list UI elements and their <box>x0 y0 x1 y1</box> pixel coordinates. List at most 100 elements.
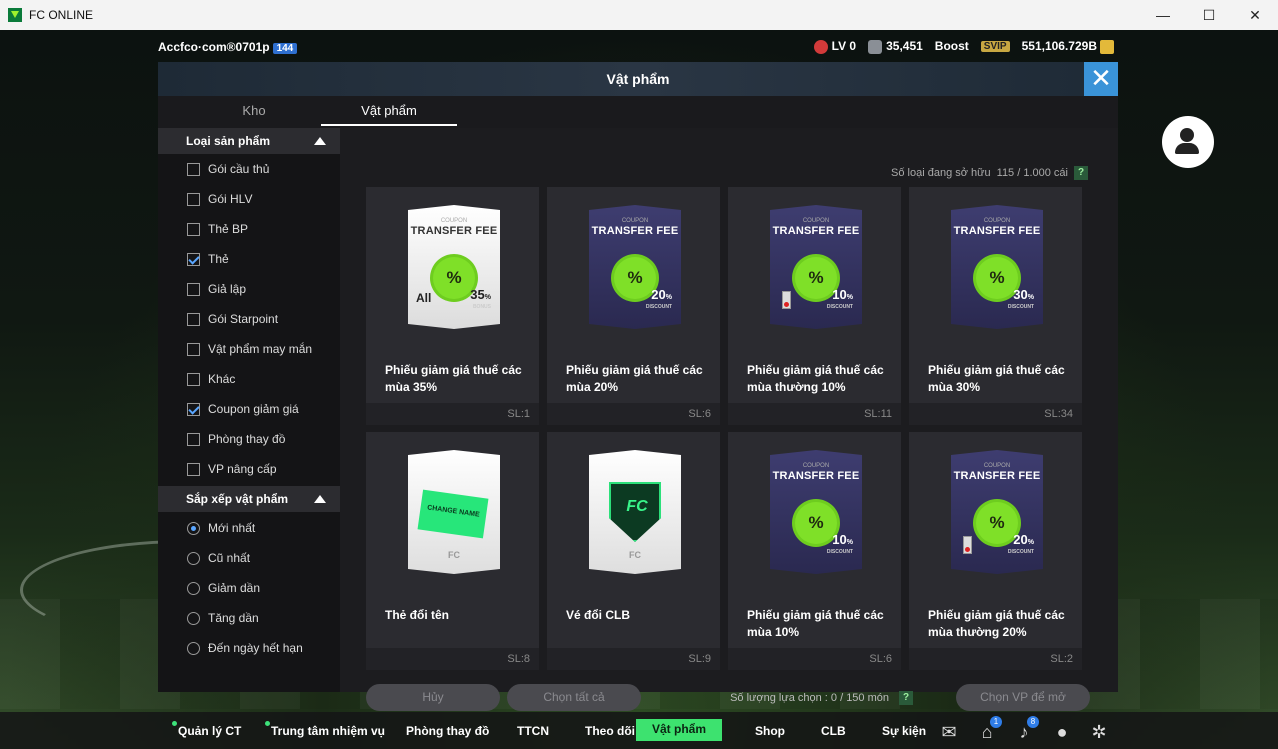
nav-item-4[interactable]: Theo dõi <box>585 721 635 743</box>
percent-sign: % <box>484 294 491 301</box>
product-type-label: Gói Starpoint <box>208 312 279 326</box>
product-type-option[interactable]: Coupon giảm giá <box>158 394 340 424</box>
product-type-label: Thẻ <box>208 252 229 266</box>
all-clubs-label: All <box>416 291 432 305</box>
product-type-option[interactable]: Gói HLV <box>158 184 340 214</box>
window-close-button[interactable]: ✕ <box>1232 0 1278 30</box>
coupon-percent-value: 30 <box>1013 287 1028 302</box>
item-artwork: COUPON TRANSFER FEE% 10% DISCOUNT <box>770 450 862 574</box>
product-type-option[interactable]: Thẻ BP <box>158 214 340 244</box>
product-type-option[interactable]: Vật phẩm may mắn <box>158 334 340 364</box>
sort-option[interactable]: Mới nhất <box>158 513 340 543</box>
minimize-button[interactable]: — <box>1140 0 1186 30</box>
item-artwork: FC <box>589 450 681 574</box>
coupon-percent-value: 20 <box>1013 532 1028 547</box>
product-type-label: Khác <box>208 372 236 386</box>
percent-seal-icon: % <box>433 257 475 299</box>
radio-button[interactable] <box>187 641 200 655</box>
product-type-option[interactable]: VP nâng cấp <box>158 454 340 484</box>
dialog-close-button[interactable]: ✕ <box>1084 62 1118 96</box>
checkbox[interactable] <box>187 432 200 446</box>
item-quantity: SL:11 <box>728 403 901 425</box>
sort-option[interactable]: Tăng dần <box>158 603 340 633</box>
tab-vat-pham[interactable]: Vật phẩm <box>321 96 457 126</box>
tab-kho[interactable]: Kho <box>186 96 322 126</box>
item-card[interactable]: COUPON TRANSFER FEE% 35% BONUS All Phiếu giảm… <box>366 187 539 425</box>
sort-option[interactable]: Cũ nhất <box>158 543 340 573</box>
profile-icon[interactable]: ● <box>1051 722 1073 742</box>
radio-button[interactable] <box>187 521 200 535</box>
fc-logo-icon: FC <box>448 550 460 560</box>
item-card[interactable]: COUPON TRANSFER FEE% 20% DISCOUNT Phiếu giảm… <box>909 432 1082 670</box>
sort-option-list: Mới nhất Cũ nhất Giảm dần Tăng dần Đến ngày … <box>158 512 340 663</box>
transfer-fee-coupon-image: COUPON TRANSFER FEE% 20% DISCOUNT <box>951 450 1043 574</box>
item-card[interactable]: COUPON TRANSFER FEE% 10% DISCOUNT Phiếu giảm… <box>728 187 901 425</box>
product-type-option[interactable]: Gói Starpoint <box>158 304 340 334</box>
checkbox[interactable] <box>187 282 200 296</box>
item-card[interactable]: COUPON TRANSFER FEE% 20% DISCOUNT Phiếu giảm… <box>547 187 720 425</box>
checkbox[interactable] <box>187 312 200 326</box>
checkbox[interactable] <box>187 162 200 176</box>
checkbox[interactable] <box>187 342 200 356</box>
friends-chat-icon[interactable] <box>1162 116 1214 168</box>
nav-item-1[interactable]: Trung tâm nhiệm vụ <box>265 721 385 743</box>
checkbox[interactable] <box>187 462 200 476</box>
radio-button[interactable] <box>187 581 200 595</box>
sort-option-label: Tăng dần <box>208 611 259 625</box>
chat-icon[interactable]: ✉ <box>938 722 960 742</box>
sort-option[interactable]: Đến ngày hết hạn <box>158 633 340 663</box>
item-card[interactable]: COUPON TRANSFER FEE% 30% DISCOUNT Phiếu giảm… <box>909 187 1082 425</box>
level-stat: LV 0 <box>813 39 856 54</box>
checkbox[interactable] <box>187 402 200 416</box>
product-type-option[interactable]: Giả lập <box>158 274 340 304</box>
nav-item-2[interactable]: Phòng thay đồ <box>406 721 489 743</box>
product-type-option[interactable]: Phòng thay đồ <box>158 424 340 454</box>
product-type-section-header[interactable]: Loại sản phẩm <box>158 128 340 154</box>
checkbox[interactable] <box>187 252 200 266</box>
bp-value: 551,106.729B <box>1021 39 1097 53</box>
item-artwork: CHANGE NAME FC <box>408 450 500 574</box>
transfer-fee-coupon-image: COUPON TRANSFER FEE% 30% DISCOUNT <box>951 205 1043 329</box>
nav-item-6[interactable]: Shop <box>755 721 785 743</box>
help-icon[interactable]: ? <box>899 691 913 705</box>
item-card[interactable]: COUPON TRANSFER FEE% 10% DISCOUNT Phiếu giảm… <box>728 432 901 670</box>
restriction-badge-icon <box>963 536 972 554</box>
nav-label: Quản lý CT <box>178 724 242 738</box>
top-status-bar: Accfco·com®0701p 144 LV 0 35,451 Boost SV… <box>0 30 1278 62</box>
checkbox[interactable] <box>187 222 200 236</box>
select-all-button[interactable]: Chọn tất cả <box>507 684 641 711</box>
settings-icon[interactable]: ✲ <box>1088 722 1110 742</box>
cancel-button[interactable]: Hủy <box>366 684 500 711</box>
product-type-option[interactable]: Thẻ <box>158 244 340 274</box>
product-type-option[interactable]: Khác <box>158 364 340 394</box>
nav-item-0[interactable]: Quản lý CT <box>172 721 242 743</box>
mail-icon[interactable]: ⌂ 1 <box>976 716 1002 742</box>
sort-option-label: Đến ngày hết hạn <box>208 641 303 655</box>
selection-count: Số lượng lựa chọn : 0 / 150 món ? <box>730 691 913 705</box>
owned-count: Số loại đang sở hữu 115 / 1.000 cái ? <box>891 166 1088 180</box>
coupon-percent: 35% BONUS <box>470 288 491 311</box>
product-type-option[interactable]: Gói cầu thủ <box>158 154 340 184</box>
fc-logo-icon: FC <box>629 550 641 560</box>
item-card[interactable]: FC Vé đổi CLB SL:9 <box>547 432 720 670</box>
item-name: Phiếu giảm giá thuế các mùa 20% <box>566 363 703 394</box>
nav-item-3[interactable]: TTCN <box>517 721 549 743</box>
percent-sign: % <box>846 539 853 546</box>
nav-item-5[interactable]: Vật phẩm <box>636 719 723 741</box>
nav-item-7[interactable]: CLB <box>821 721 846 743</box>
nav-item-8[interactable]: Sự kiện <box>882 721 926 743</box>
bell-icon[interactable]: ♪ 8 <box>1013 716 1039 742</box>
open-items-button[interactable]: Chọn VP để mở <box>956 684 1090 711</box>
checkbox[interactable] <box>187 372 200 386</box>
radio-button[interactable] <box>187 551 200 565</box>
sort-section-header[interactable]: Sắp xếp vật phẩm <box>158 486 340 512</box>
checkbox[interactable] <box>187 192 200 206</box>
help-icon[interactable]: ? <box>1074 166 1088 180</box>
maximize-button[interactable]: ☐ <box>1186 0 1232 30</box>
coupon-title: TRANSFER FEE <box>410 225 498 237</box>
percent-sign: % <box>846 294 853 301</box>
sort-option[interactable]: Giảm dần <box>158 573 340 603</box>
nav-label: Shop <box>755 724 785 738</box>
item-card[interactable]: CHANGE NAME FC Thẻ đổi tên SL:8 <box>366 432 539 670</box>
radio-button[interactable] <box>187 611 200 625</box>
